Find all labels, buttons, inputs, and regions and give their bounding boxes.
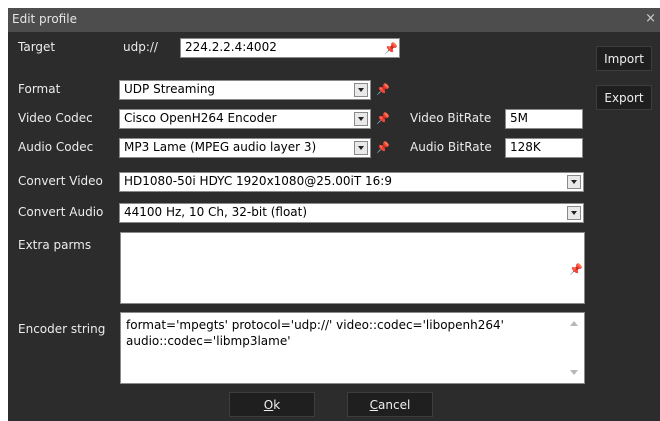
video-bitrate-input[interactable]: 5M [505,109,583,129]
audio-bitrate-input[interactable]: 128K [505,138,583,158]
export-button[interactable]: Export [596,85,652,110]
encoder-string-line-1: format='mpegts' protocol='udp://' video:… [126,318,504,332]
format-label: Format [18,82,61,96]
import-button[interactable]: Import [596,46,652,71]
ok-button[interactable]: Ok [229,392,315,417]
pin-icon[interactable]: 📌 [569,263,583,276]
chevron-down-icon[interactable] [354,83,368,97]
target-label: Target [18,40,56,54]
scroll-up-icon[interactable] [570,321,578,326]
chevron-down-icon[interactable] [567,175,581,189]
audio-codec-select[interactable]: MP3 Lame (MPEG audio layer 3) [119,138,371,158]
convert-audio-value: 44100 Hz, 10 Ch, 32-bit (float) [124,205,308,219]
convert-video-value: HD1080-50i HDYC 1920x1080@25.00iT 16:9 [124,174,392,188]
window-title: Edit profile [12,12,77,26]
pin-icon[interactable]: 📌 [384,42,398,55]
target-prefix: udp:// [123,40,158,54]
extra-parms-label: Extra parms [18,238,92,252]
pin-icon[interactable]: 📌 [376,112,390,125]
video-codec-value: Cisco OpenH264 Encoder [124,111,277,125]
convert-video-label: Convert Video [18,174,103,188]
ok-mnemonic: O [263,397,274,412]
cancel-mnemonic: C [369,397,379,412]
close-icon[interactable]: × [645,11,656,26]
video-codec-select[interactable]: Cisco OpenH264 Encoder [119,109,371,129]
audio-codec-value: MP3 Lame (MPEG audio layer 3) [124,140,317,154]
video-bitrate-label: Video BitRate [410,111,492,125]
target-input[interactable]: 224.2.2.4:4002 [180,38,400,58]
title-bar: Edit profile × [8,8,660,32]
convert-audio-select[interactable]: 44100 Hz, 10 Ch, 32-bit (float) [119,203,584,223]
cancel-button-label: ancel [378,397,411,412]
pin-icon[interactable]: 📌 [376,141,390,154]
audio-bitrate-label: Audio BitRate [410,140,492,154]
extra-parms-textarea[interactable]: 📌 [120,232,585,304]
chevron-down-icon[interactable] [354,112,368,126]
format-value: UDP Streaming [124,82,216,96]
cancel-button[interactable]: Cancel [347,392,433,417]
audio-codec-label: Audio Codec [18,140,94,154]
format-select[interactable]: UDP Streaming [119,80,371,100]
video-bitrate-value: 5M [510,111,528,125]
target-value: 224.2.2.4:4002 [185,40,277,54]
convert-video-select[interactable]: HD1080-50i HDYC 1920x1080@25.00iT 16:9 [119,172,584,192]
pin-icon[interactable]: 📌 [376,83,390,96]
video-codec-label: Video Codec [18,111,93,125]
import-button-label: Import [604,51,644,66]
ok-button-label: k [273,397,281,412]
audio-bitrate-value: 128K [510,140,541,154]
chevron-down-icon[interactable] [354,141,368,155]
export-button-label: Export [604,90,644,105]
convert-audio-label: Convert Audio [18,205,104,219]
chevron-down-icon[interactable] [567,206,581,220]
encoder-string-label: Encoder string [18,322,106,336]
edit-profile-dialog: Edit profile × Target udp:// 224.2.2.4:4… [8,8,660,421]
encoder-string-line-2: audio::codec='libmp3lame' [126,334,291,348]
encoder-string-textarea[interactable]: format='mpegts' protocol='udp://' video:… [120,312,585,384]
scroll-down-icon[interactable] [570,370,578,375]
